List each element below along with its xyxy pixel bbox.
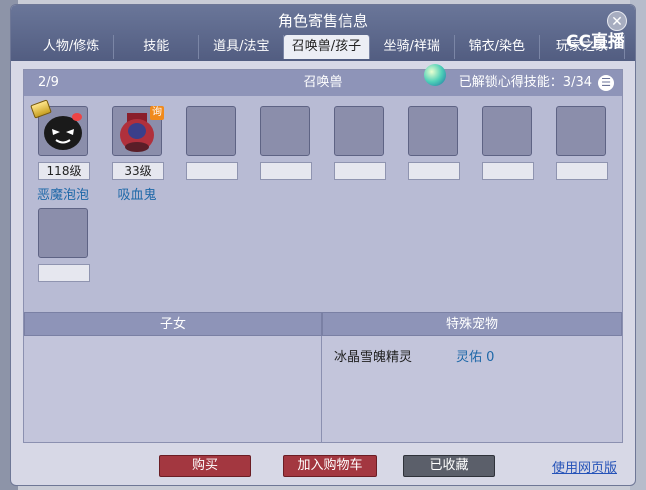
empty-level-box — [408, 162, 460, 180]
skills-unlocked: 已解锁心得技能：3/34 — [458, 75, 592, 90]
special-pet-value: 灵佑 0 — [456, 350, 495, 365]
add-to-cart-button[interactable]: 加入购物车 — [283, 455, 377, 477]
empty-pet-slot[interactable] — [408, 106, 458, 156]
footer-bar: 购买 加入购物车 已收藏 使用网页版 — [11, 449, 635, 485]
tab-character[interactable]: 人物/修炼 — [29, 35, 115, 59]
children-body — [24, 336, 322, 442]
children-header: 子女 — [24, 312, 322, 336]
consignment-window: 角色寄售信息 ✕ CC直播 人物/修炼 技能 道具/法宝 召唤兽/孩子 坐骑/祥… — [10, 4, 636, 486]
special-pets-header: 特殊宠物 — [322, 312, 622, 336]
empty-pet-slot[interactable] — [260, 106, 310, 156]
empty-pet-slot[interactable] — [482, 106, 532, 156]
favorited-button[interactable]: 已收藏 — [403, 455, 495, 477]
special-pet-name: 冰晶雪魄精灵 — [334, 350, 413, 365]
empty-level-box — [334, 162, 386, 180]
tab-home[interactable]: 玩家之家 — [540, 35, 625, 59]
gem-icon — [424, 64, 446, 86]
pet-name[interactable]: 恶魔泡泡 — [28, 184, 98, 203]
window-title: 角色寄售信息 — [277, 12, 368, 30]
empty-level-box — [260, 162, 312, 180]
tab-mounts[interactable]: 坐骑/祥瑞 — [370, 35, 455, 59]
pet-level: 33级 — [112, 162, 164, 180]
inquiry-badge: 询 — [150, 106, 164, 120]
pet-name[interactable]: 吸血鬼 — [102, 184, 172, 203]
tab-summons[interactable]: 召唤兽/孩子 — [284, 35, 370, 59]
tab-bar: 人物/修炼 技能 道具/法宝 召唤兽/孩子 坐骑/祥瑞 锦衣/染色 玩家之家 — [29, 35, 625, 59]
pet-level: 118级 — [38, 162, 90, 180]
summons-header: 2/9 召唤兽 已解锁心得技能：3/34 ☰ — [24, 64, 622, 96]
empty-pet-slot[interactable] — [186, 106, 236, 156]
empty-level-box — [38, 264, 90, 282]
tab-skills[interactable]: 技能 — [114, 35, 200, 59]
empty-level-box — [482, 162, 534, 180]
tab-outfits[interactable]: 锦衣/染色 — [455, 35, 540, 59]
empty-pet-slot[interactable] — [556, 106, 606, 156]
empty-pet-slot[interactable] — [38, 208, 88, 258]
title-bar: 角色寄售信息 ✕ CC直播 人物/修炼 技能 道具/法宝 召唤兽/孩子 坐骑/祥… — [11, 5, 635, 61]
empty-level-box — [556, 162, 608, 180]
list-icon[interactable]: ☰ — [598, 75, 614, 91]
buy-button[interactable]: 购买 — [159, 455, 251, 477]
empty-level-box — [186, 162, 238, 180]
tab-items[interactable]: 道具/法宝 — [199, 35, 285, 59]
empty-pet-slot[interactable] — [334, 106, 384, 156]
use-web-version-link[interactable]: 使用网页版 — [552, 457, 617, 476]
content-panel: 2/9 召唤兽 已解锁心得技能：3/34 ☰ 118级 恶魔泡泡 询 33级 吸… — [23, 64, 623, 443]
